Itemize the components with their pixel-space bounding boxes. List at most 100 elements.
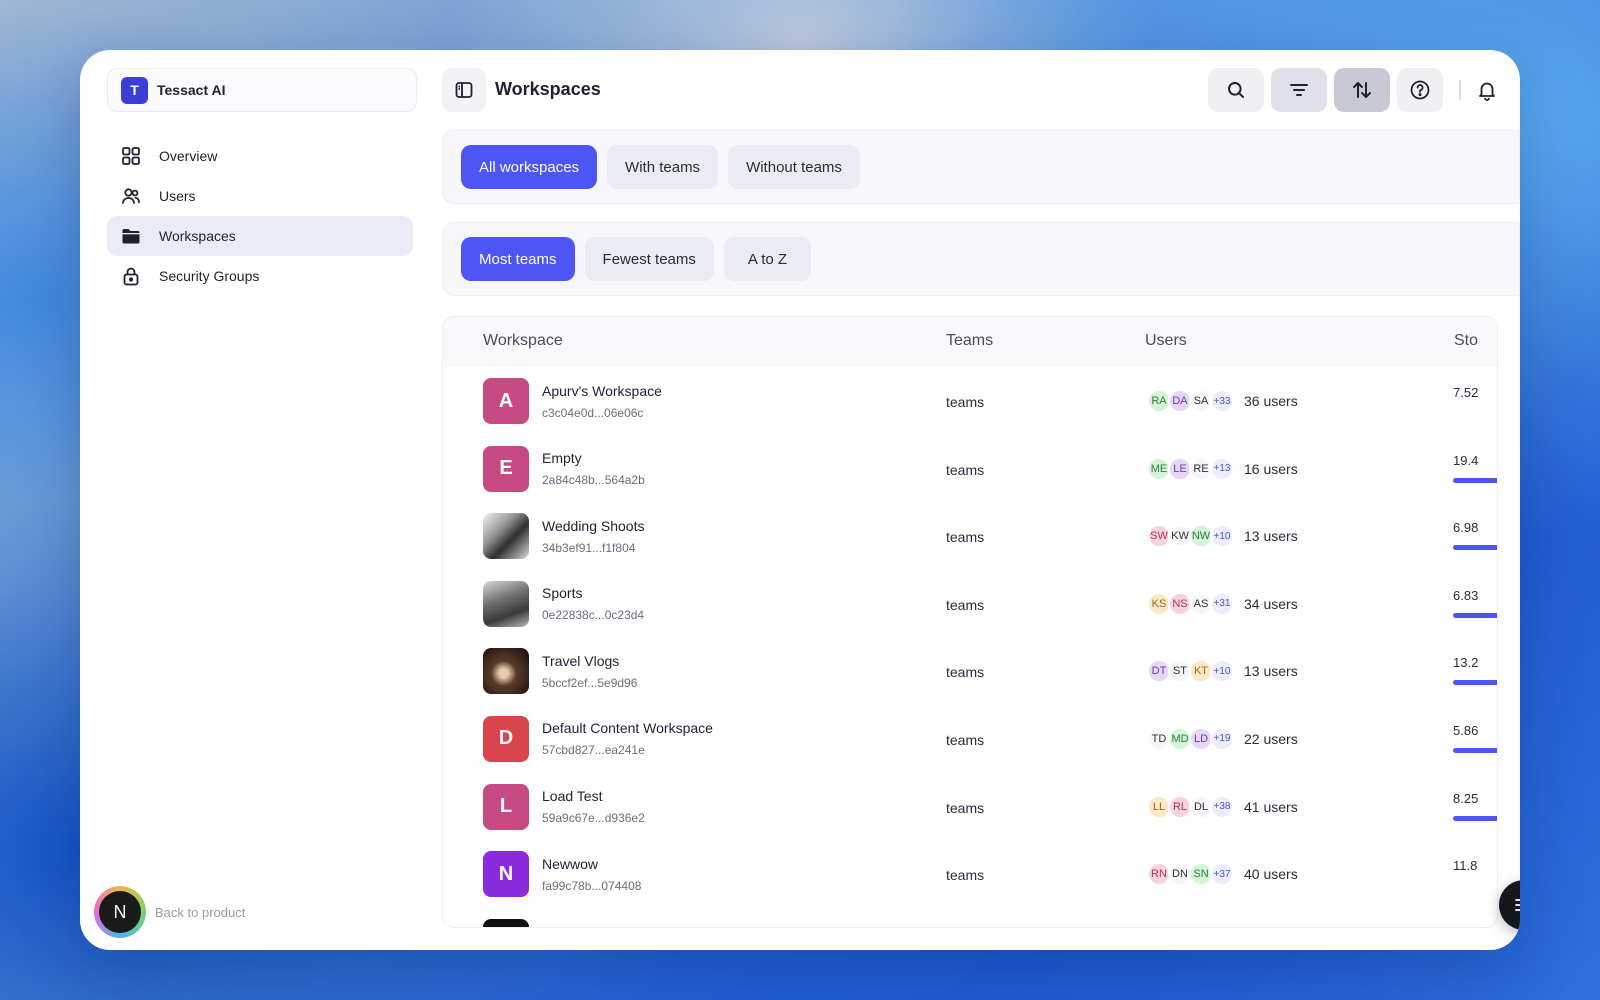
bell-icon	[1479, 82, 1495, 101]
storage-cell: 11.8	[1453, 858, 1497, 874]
storage-cell: 13.2	[1453, 655, 1497, 686]
notifications-button[interactable]	[1465, 68, 1509, 112]
help-button[interactable]	[1397, 68, 1443, 112]
ai-assistant-button[interactable]	[1499, 880, 1520, 930]
workspace-avatar	[483, 513, 529, 560]
more-users-chip[interactable]: +38	[1210, 794, 1234, 819]
sort-option-group: Most teams Fewest teams A to Z	[442, 222, 1520, 296]
storage-value: 8.25	[1453, 790, 1479, 806]
sort-most-teams[interactable]: Most teams	[461, 237, 575, 281]
search-button[interactable]	[1208, 68, 1264, 112]
workspace-id: 5bccf2ef...5e9d96	[542, 675, 638, 690]
more-users-chip[interactable]: +19	[1210, 726, 1234, 751]
storage-value: 11.8	[1453, 858, 1478, 874]
column-header-storage[interactable]: Sto	[1454, 332, 1478, 350]
grid-icon	[122, 147, 140, 165]
users-count: 22 users	[1244, 730, 1298, 747]
storage-cell: 6.98	[1453, 520, 1497, 551]
workspace-cell: E Empty 2a84c48b...564a2b	[483, 445, 645, 492]
storage-value: 13.2	[1453, 655, 1479, 671]
more-users-chip[interactable]: +37	[1210, 862, 1234, 887]
filter-all-workspaces[interactable]: All workspaces	[461, 145, 598, 189]
more-users-chip[interactable]: +10	[1210, 659, 1234, 684]
storage-bar	[1453, 477, 1497, 483]
workspace-id: 0e22838c...0c23d4	[542, 608, 645, 623]
main-content: Workspaces All workspaces With teams Wit…	[442, 50, 1520, 950]
workspace-cell: Travel Vlogs 5bccf2ef...5e9d96	[483, 648, 638, 695]
storage-cell: 8.25	[1453, 790, 1497, 821]
search-icon	[1228, 82, 1244, 98]
product-logo: N	[94, 886, 146, 938]
org-selector[interactable]: T Tessact AI	[107, 68, 417, 112]
filter-without-teams[interactable]: Without teams	[728, 145, 860, 189]
table-row[interactable]: A Apurv's Workspace c3c04e0d...06e06c teams…	[443, 367, 1497, 435]
table-row[interactable]: Travel Vlogs 5bccf2ef...5e9d96 teams DT ST KT…	[443, 637, 1497, 705]
sidebar-item-users[interactable]: Users	[107, 176, 413, 216]
teams-cell: teams	[946, 461, 985, 478]
workspace-cell: A Apurv's Workspace c3c04e0d...06e06c	[483, 378, 662, 424]
sparkle-list-icon	[1515, 899, 1520, 911]
workspace-name[interactable]: Default Content Workspace	[542, 720, 713, 736]
table-row[interactable]: L Load Test 59a9c67e...d936e2 teams LL RL DL +3…	[443, 773, 1497, 841]
storage-bar	[1453, 545, 1497, 551]
users-count: 36 users	[1244, 393, 1298, 409]
teams-cell: teams	[946, 596, 985, 613]
table-row[interactable]: E Empty 2a84c48b...564a2b teams ME LE RE +13 16 …	[443, 435, 1497, 503]
workspace-filter-group: All workspaces With teams Without teams	[442, 130, 1520, 204]
sidebar-toggle-button[interactable]	[442, 68, 486, 112]
teams-cell: teams	[946, 799, 985, 816]
table-row[interactable]: Tessact A	[443, 908, 1497, 927]
sort-a-to-z[interactable]: A to Z	[723, 237, 812, 281]
column-header-teams[interactable]: Teams	[946, 332, 993, 350]
workspace-cell: D Default Content Workspace 57cbd827...ea2…	[483, 715, 713, 762]
filter-icon	[1290, 84, 1308, 96]
panel-icon	[455, 82, 473, 98]
column-header-workspace[interactable]: Workspace	[483, 332, 563, 350]
workspace-cell: N Newwow fa99c78b...074408	[483, 851, 641, 898]
workspace-name[interactable]: Empty	[542, 450, 645, 466]
users-cell: TD MD LD +19 22 users	[1147, 726, 1298, 751]
workspace-name[interactable]: Travel Vlogs	[542, 653, 637, 669]
sort-button[interactable]	[1334, 68, 1390, 112]
more-users-chip[interactable]: +31	[1210, 591, 1234, 616]
workspace-avatar: A	[483, 378, 529, 424]
storage-value: 5.86	[1453, 722, 1479, 738]
sidebar-item-overview[interactable]: Overview	[107, 136, 413, 176]
column-header-users[interactable]: Users	[1145, 332, 1187, 350]
table-row[interactable]: N Newwow fa99c78b...074408 teams RN DN SN +37 40…	[443, 840, 1497, 908]
workspace-avatar	[483, 580, 529, 627]
sidebar-item-security-groups[interactable]: Security Groups	[107, 256, 413, 296]
workspace-name[interactable]: Apurv's Workspace	[542, 383, 662, 399]
filter-button[interactable]	[1271, 68, 1327, 112]
more-users-chip[interactable]: +13	[1210, 456, 1234, 481]
back-to-product[interactable]: N Back to product	[94, 886, 245, 938]
workspace-id: 34b3ef91...f1f804	[542, 540, 636, 555]
sort-fewest-teams[interactable]: Fewest teams	[584, 237, 714, 281]
workspace-avatar	[483, 918, 529, 927]
workspace-name[interactable]: Wedding Shoots	[542, 518, 644, 534]
storage-value: 19.4	[1453, 452, 1479, 468]
sidebar-item-workspaces[interactable]: Workspaces	[107, 216, 413, 256]
more-users-chip[interactable]: +33	[1210, 389, 1234, 413]
users-cell: DT ST KT +10 13 users	[1147, 659, 1298, 684]
users-cell: KS NS AS +31 34 users	[1147, 591, 1298, 616]
folder-icon	[122, 229, 140, 244]
topbar: Workspaces	[442, 68, 1520, 112]
workspace-name[interactable]: Load Test	[542, 788, 645, 804]
teams-cell: teams	[946, 664, 985, 681]
table-row[interactable]: Sports 0e22838c...0c23d4 teams KS NS AS +31 34 …	[443, 570, 1497, 638]
workspace-cell: Wedding Shoots 34b3ef91...f1f804	[483, 513, 644, 560]
workspaces-table: Workspace Teams Users Sto A Apurv's Works…	[442, 316, 1498, 928]
storage-value: 6.83	[1453, 587, 1479, 603]
table-row[interactable]: Wedding Shoots 34b3ef91...f1f804 teams SW KW…	[443, 502, 1497, 570]
storage-cell: 5.86	[1453, 722, 1497, 753]
more-users-chip[interactable]: +10	[1210, 524, 1234, 549]
workspace-name[interactable]: Sports	[542, 585, 644, 601]
workspace-id: 59a9c67e...d936e2	[542, 811, 645, 826]
table-row[interactable]: D Default Content Workspace 57cbd827...ea2…	[443, 705, 1497, 773]
users-count: 40 users	[1244, 866, 1298, 883]
workspace-name[interactable]: Newwow	[542, 856, 641, 872]
filter-with-teams[interactable]: With teams	[607, 145, 719, 189]
users-count: 16 users	[1244, 460, 1298, 477]
workspace-avatar: E	[483, 445, 529, 492]
